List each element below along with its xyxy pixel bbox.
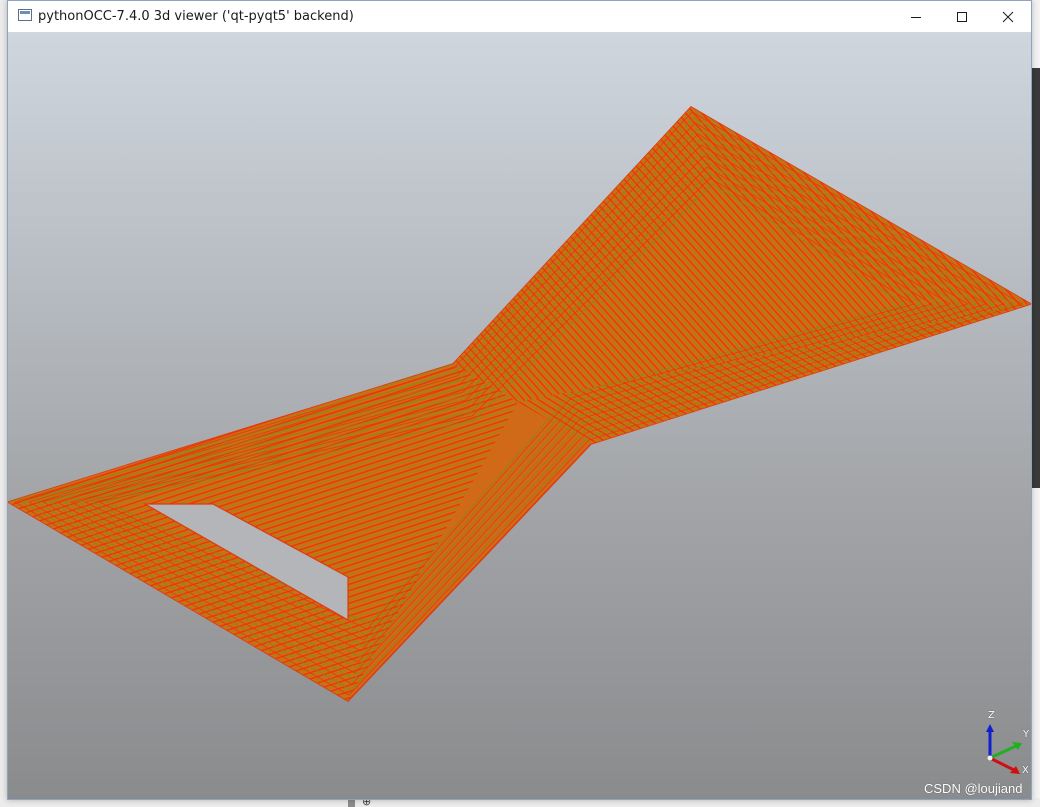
axis-y-label: Y bbox=[1023, 729, 1030, 740]
scene-canvas bbox=[8, 106, 1031, 702]
app-window-icon[interactable] bbox=[18, 9, 32, 21]
minimize-icon bbox=[911, 16, 921, 18]
close-button[interactable] bbox=[985, 1, 1031, 32]
3d-viewport[interactable]: Z Y X CSDN @loujiand bbox=[8, 32, 1031, 799]
watermark: CSDN @loujiand bbox=[924, 781, 1023, 796]
axis-z-label: Z bbox=[988, 710, 995, 721]
minimize-button[interactable] bbox=[893, 1, 939, 32]
title-bar[interactable]: pythonOCC-7.4.0 3d viewer ('qt-pyqt5' ba… bbox=[8, 1, 1031, 32]
desktop: ⊕ pythonOCC-7.4.0 3d viewer ('qt-pyqt5' … bbox=[0, 0, 1040, 807]
maximize-icon bbox=[957, 11, 967, 22]
viewer-window: pythonOCC-7.4.0 3d viewer ('qt-pyqt5' ba… bbox=[7, 0, 1032, 800]
close-icon bbox=[1002, 11, 1014, 22]
axis-triedron: Z Y X bbox=[976, 708, 1031, 778]
machined-part bbox=[8, 106, 1031, 702]
maximize-button[interactable] bbox=[939, 1, 985, 32]
background-app-right-edge bbox=[1032, 68, 1040, 488]
window-title: pythonOCC-7.4.0 3d viewer ('qt-pyqt5' ba… bbox=[38, 9, 354, 24]
axis-x-label: X bbox=[1022, 765, 1029, 776]
